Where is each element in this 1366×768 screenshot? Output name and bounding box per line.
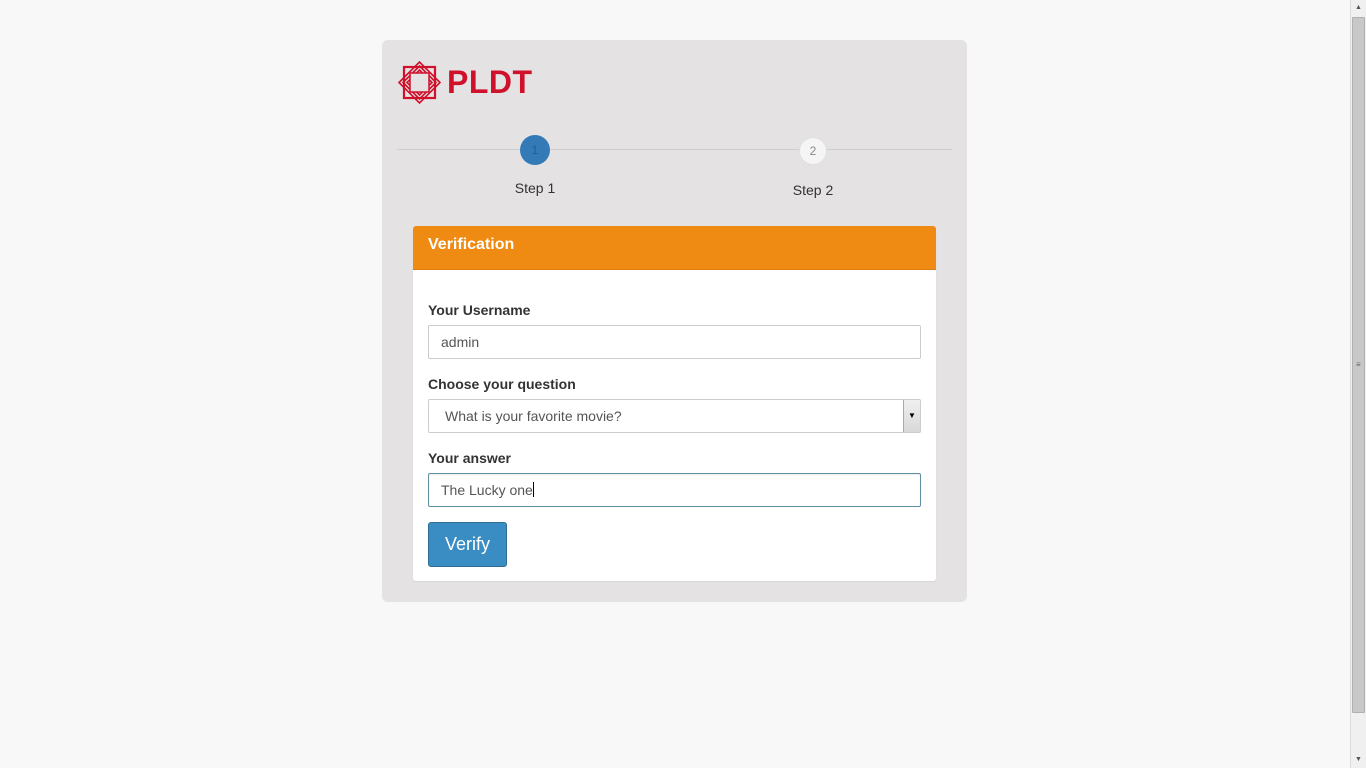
step-2-circle: 2 xyxy=(799,137,827,165)
question-select-value: What is your favorite movie? xyxy=(445,408,622,424)
answer-input[interactable]: The Lucky one xyxy=(428,473,921,507)
question-label: Choose your question xyxy=(428,376,576,392)
username-label: Your Username xyxy=(428,302,531,318)
dropdown-arrow-icon[interactable]: ▼ xyxy=(903,400,920,432)
step-1: 1 Step 1 xyxy=(475,135,595,196)
scroll-up-arrow-icon[interactable]: ▲ xyxy=(1351,0,1366,16)
username-input[interactable]: admin xyxy=(428,325,921,359)
pldt-diamond-icon xyxy=(398,61,441,104)
pldt-logo: PLDT xyxy=(398,61,533,104)
answer-label: Your answer xyxy=(428,450,511,466)
vertical-scrollbar[interactable]: ▲ ≡ ▼ xyxy=(1350,0,1366,768)
scroll-thumb[interactable]: ≡ xyxy=(1352,17,1365,713)
verify-button[interactable]: Verify xyxy=(428,522,507,567)
step-progress: 1 Step 1 2 Step 2 xyxy=(397,135,952,205)
step-1-label: Step 1 xyxy=(514,180,556,196)
step-2: 2 Step 2 xyxy=(753,135,873,198)
step-1-circle: 1 xyxy=(520,135,550,165)
verification-container: PLDT 1 Step 1 2 Step 2 Verification Your… xyxy=(382,40,967,602)
step-2-label: Step 2 xyxy=(792,182,834,198)
question-select[interactable]: What is your favorite movie? ▼ xyxy=(428,399,921,433)
grip-icon: ≡ xyxy=(1356,360,1361,369)
logo-text: PLDT xyxy=(447,64,533,100)
scroll-down-arrow-icon[interactable]: ▼ xyxy=(1351,752,1366,768)
text-cursor xyxy=(532,482,534,497)
answer-input-value: The Lucky one xyxy=(441,482,533,498)
verification-panel: Verification Your Username admin Choose … xyxy=(413,226,936,581)
panel-title: Verification xyxy=(413,226,936,270)
